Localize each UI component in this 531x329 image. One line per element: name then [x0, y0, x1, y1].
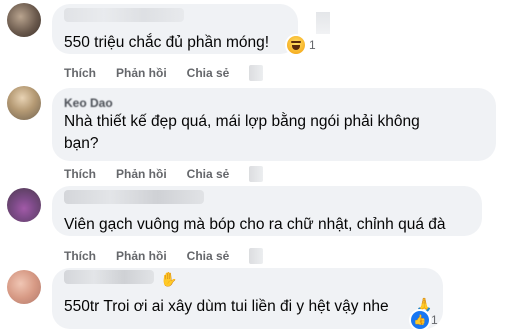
comment-thread: 550 triệu chắc đủ phần móng! 1 Thích Phả… [0, 0, 531, 329]
share-button[interactable]: Chia sẻ [187, 167, 230, 181]
comment-actions: Thích Phản hồi Chia sẻ [64, 166, 264, 182]
like-button[interactable]: Thích [64, 66, 96, 80]
like-icon[interactable]: 👍 [411, 311, 429, 329]
reaction-count: 1 [309, 38, 316, 52]
avatar[interactable] [7, 86, 41, 120]
share-button[interactable]: Chia sẻ [187, 66, 230, 80]
reaction-summary[interactable]: 1 [287, 36, 316, 54]
author-name-blurred[interactable] [64, 8, 184, 22]
comment-actions: Thích Phản hồi Chia sẻ [64, 248, 264, 264]
waving-hand-icon: ✋ [160, 271, 178, 287]
reaction-count[interactable]: 1 [431, 313, 438, 327]
like-button[interactable]: Thích [64, 249, 96, 263]
avatar[interactable] [7, 270, 41, 304]
author-name[interactable]: Keo Dao [64, 96, 113, 110]
author-name-blurred[interactable] [64, 190, 204, 204]
avatar[interactable] [7, 188, 41, 222]
reply-button[interactable]: Phản hồi [116, 167, 167, 181]
comment-text: Viên gạch vuông mà bóp cho ra chữ nhật, … [64, 216, 446, 233]
comment-text: 550tr Troi ơi ai xây dùm tui liền đi y h… [64, 298, 389, 315]
timestamp-blurred[interactable] [249, 248, 264, 264]
redaction-block [316, 12, 330, 34]
share-button[interactable]: Chia sẻ [187, 249, 230, 263]
reply-button[interactable]: Phản hồi [116, 249, 167, 263]
timestamp-blurred[interactable] [249, 166, 264, 182]
author-name-blurred[interactable] [64, 270, 154, 284]
comment-actions: Thích Phản hồi Chia sẻ [64, 65, 264, 81]
avatar[interactable] [7, 3, 41, 37]
like-button[interactable]: Thích [64, 167, 96, 181]
comment-text-line: Nhà thiết kế đẹp quá, mái lợp bằng ngói … [64, 113, 420, 130]
comment-text-line: bạn? [64, 135, 99, 152]
reply-button[interactable]: Phản hồi [116, 66, 167, 80]
timestamp-blurred[interactable] [249, 65, 264, 81]
haha-emoji-icon [287, 36, 305, 54]
comment-text: 550 triệu chắc đủ phần móng! [64, 34, 270, 51]
